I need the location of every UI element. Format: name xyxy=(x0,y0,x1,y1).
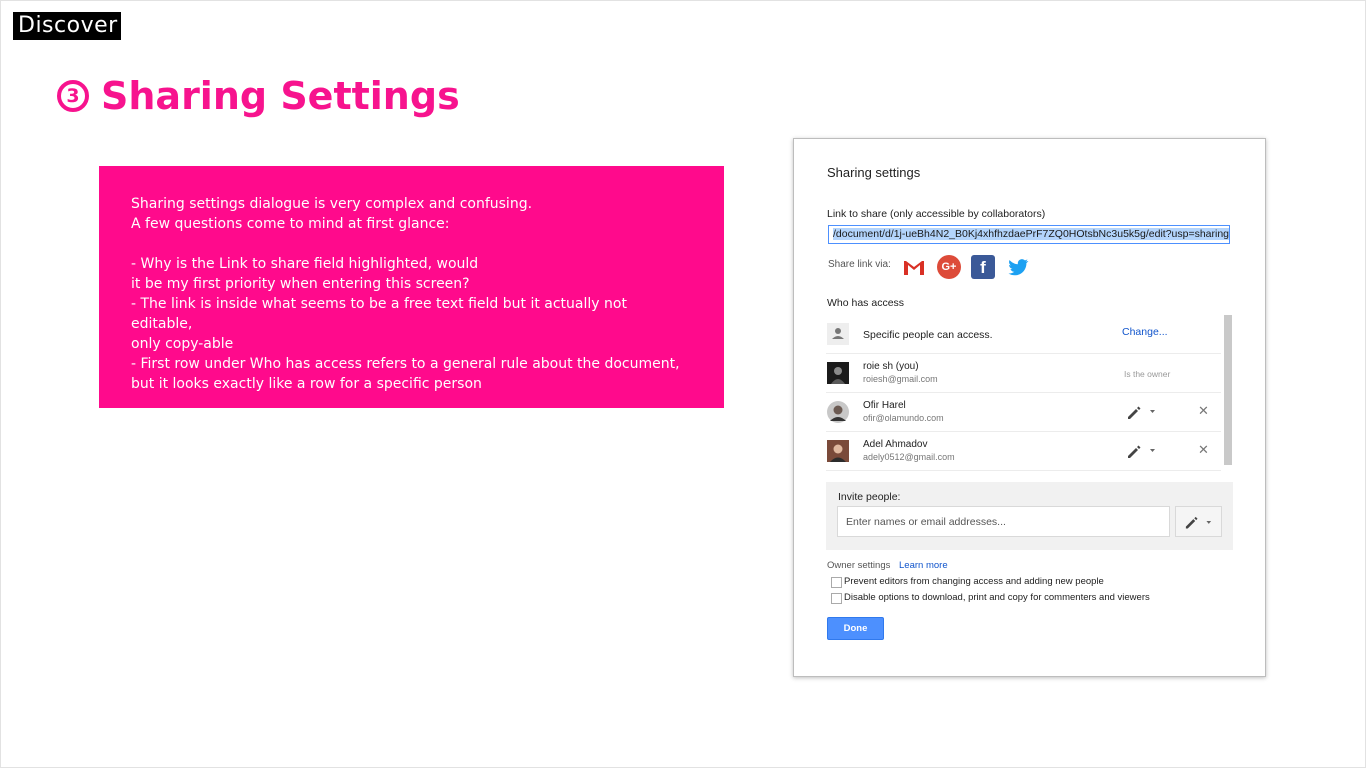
section-tag: Discover xyxy=(13,12,121,40)
learn-more-link[interactable]: Learn more xyxy=(899,560,948,571)
prevent-editors-checkbox[interactable] xyxy=(831,577,842,588)
share-via-label: Share link via: xyxy=(828,259,891,270)
avatar xyxy=(827,440,849,462)
notes-text: Sharing settings dialogue is very comple… xyxy=(131,196,680,392)
remove-person-icon[interactable]: ✕ xyxy=(1198,442,1209,458)
disable-download-checkbox[interactable] xyxy=(831,593,842,604)
access-list: Specific people can access. Change... ro… xyxy=(826,315,1222,478)
prevent-editors-label: Prevent editors from changing access and… xyxy=(844,576,1104,587)
owner-status: Is the owner xyxy=(1124,369,1171,379)
person-email: adely0512@gmail.com xyxy=(863,452,955,462)
owner-settings-label: Owner settings xyxy=(827,560,891,571)
person-name: Adel Ahmadov xyxy=(863,439,928,450)
page-title: 3 Sharing Settings xyxy=(57,68,460,124)
access-list-scrollbar[interactable] xyxy=(1224,315,1232,465)
access-rule-row: Specific people can access. Change... xyxy=(826,315,1221,354)
disable-download-label: Disable options to download, print and c… xyxy=(844,592,1150,603)
notes-box: Sharing settings dialogue is very comple… xyxy=(99,166,724,408)
avatar xyxy=(827,362,849,384)
person-name: Ofir Harel xyxy=(863,400,906,411)
link-to-share-field[interactable]: /document/d/1j-ueBh4N2_B0Kj4xhfhzdaePrF7… xyxy=(828,225,1230,244)
owner-settings: Owner settings Learn more xyxy=(827,560,948,571)
who-has-access-label: Who has access xyxy=(827,297,905,309)
change-access-link[interactable]: Change... xyxy=(1122,326,1168,338)
avatar xyxy=(827,401,849,423)
google-plus-icon[interactable]: G+ xyxy=(937,255,961,279)
link-value: /document/d/1j-ueBh4N2_B0Kj4xhfhzdaePrF7… xyxy=(833,228,1230,240)
dialog-title: Sharing settings xyxy=(827,165,921,180)
access-rule-text: Specific people can access. xyxy=(863,329,993,341)
facebook-icon[interactable]: f xyxy=(971,255,995,279)
person-name: roie sh (you) xyxy=(863,361,919,372)
invite-section: Invite people: xyxy=(826,482,1233,550)
people-icon xyxy=(827,323,849,345)
person-email: roiesh@gmail.com xyxy=(863,374,938,384)
gmail-icon[interactable] xyxy=(902,255,926,279)
person-row: roie sh (you) roiesh@gmail.com Is the ow… xyxy=(826,354,1221,393)
person-email: ofir@olamundo.com xyxy=(863,413,944,423)
edit-permission-dropdown[interactable] xyxy=(1126,404,1156,420)
person-row: Adel Ahmadov adely0512@gmail.com ✕ xyxy=(826,432,1221,471)
done-button[interactable]: Done xyxy=(827,617,884,640)
twitter-icon[interactable] xyxy=(1006,255,1030,279)
edit-permission-dropdown[interactable] xyxy=(1126,443,1156,459)
invite-label: Invite people: xyxy=(838,491,901,503)
page-title-text: Sharing Settings xyxy=(101,74,460,118)
remove-person-icon[interactable]: ✕ xyxy=(1198,403,1209,419)
invite-permission-dropdown[interactable] xyxy=(1175,506,1222,537)
invite-input[interactable] xyxy=(837,506,1170,537)
person-row: Ofir Harel ofir@olamundo.com ✕ xyxy=(826,393,1221,432)
step-number-badge: 3 xyxy=(57,80,89,112)
sharing-settings-dialog: Sharing settings Link to share (only acc… xyxy=(793,138,1266,677)
link-label: Link to share (only accessible by collab… xyxy=(827,208,1046,220)
